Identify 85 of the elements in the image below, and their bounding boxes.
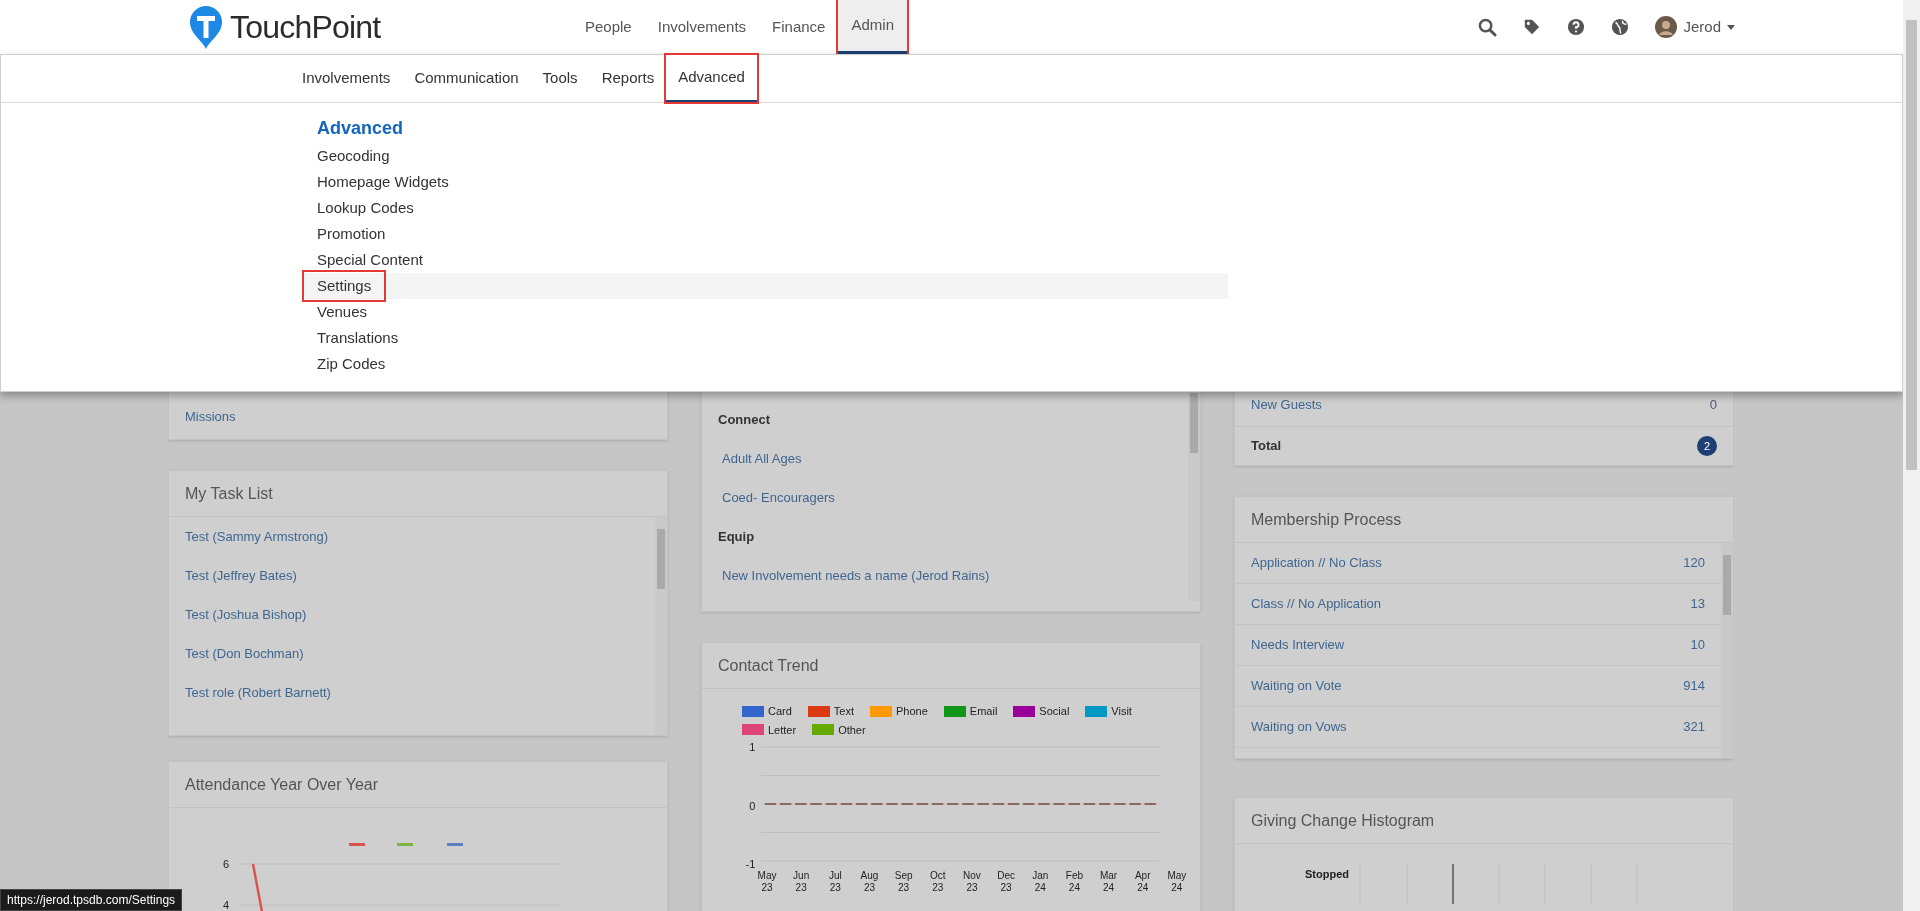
axis-label: Dec 23 [996, 870, 1016, 894]
legend-label: Card [768, 704, 792, 719]
subnav-tab[interactable]: Communication [402, 55, 531, 102]
membership-link[interactable]: Class // No Application [1251, 594, 1382, 614]
subnav-tab[interactable]: Advanced [666, 55, 757, 102]
axis-label: May 23 [756, 870, 778, 894]
total-label: Total [1251, 437, 1282, 456]
legend-label: Phone [896, 704, 928, 719]
caret-icon [1727, 24, 1735, 30]
axis-label: Jun 23 [792, 870, 811, 894]
user-menu[interactable]: Jerod [1655, 15, 1735, 39]
search-icon [1478, 17, 1498, 37]
count: 13 [1690, 595, 1705, 614]
tag-icon [1523, 18, 1542, 36]
card-title: My Task List [185, 483, 273, 504]
group-heading: Connect [718, 410, 770, 429]
axis-label: Apr 24 [1133, 870, 1152, 894]
count: 10 [1690, 636, 1705, 655]
avatar-icon [1655, 16, 1678, 38]
task-link[interactable]: Test (Don Bochman) [185, 643, 304, 664]
user-name: Jerod [1683, 16, 1721, 37]
axis-label: 0 [748, 800, 756, 812]
scrollbar-thumb[interactable] [657, 529, 665, 589]
scrollbar-thumb[interactable] [1723, 555, 1731, 615]
scrollbar-thumb[interactable] [1906, 20, 1917, 470]
membership-link[interactable]: Waiting on Vote [1251, 676, 1342, 696]
axis-label: Sep 23 [893, 870, 914, 894]
axis-label: Jul 23 [827, 870, 843, 894]
axis-label: Feb 24 [1064, 870, 1084, 894]
axis-label: 4 [223, 897, 230, 911]
axis-label: Nov 23 [962, 870, 982, 894]
membership-link[interactable]: Waiting on Vows [1251, 717, 1347, 737]
subnav-tab[interactable]: Reports [589, 55, 667, 102]
involvement-link[interactable]: Coed- Encouragers [722, 487, 835, 508]
axis-label: 6 [223, 857, 230, 872]
logo-icon [188, 4, 224, 50]
axis-label: 1 [748, 742, 756, 753]
involvement-link[interactable]: Adult All Ages [722, 448, 802, 469]
legend-label: Visit [1111, 704, 1132, 719]
guests-link[interactable]: New Guests [1251, 394, 1322, 414]
axis-label: Jan 24 [1031, 870, 1050, 894]
status-url: https://jerod.tpsdb.com/Settings [0, 889, 183, 911]
legend-label: Social [1039, 704, 1070, 719]
card-title: Membership Process [1251, 509, 1402, 530]
count: 321 [1683, 718, 1705, 737]
count: 0 [1709, 395, 1717, 414]
subnav-tab[interactable]: Involvements [290, 55, 403, 102]
subnav-tab[interactable]: Tools [530, 55, 590, 102]
axis-label: Stopped [1305, 867, 1349, 882]
involvement-link[interactable]: New Involvement needs a name (Jerod Rains) [722, 565, 990, 586]
page-scrollbar[interactable] [1903, 0, 1920, 911]
task-link[interactable]: Test (Jeffrey Bates) [185, 565, 297, 586]
task-link[interactable]: Test (Joshua Bishop) [185, 604, 307, 625]
membership-link[interactable]: Needs Interview [1251, 635, 1345, 655]
count: 120 [1683, 554, 1705, 573]
count-badge: 2 [1697, 436, 1717, 456]
missions-link[interactable]: Missions [185, 406, 236, 426]
list-scrollbar[interactable] [655, 517, 667, 735]
task-link[interactable]: Test (Sammy Armstrong) [185, 526, 329, 547]
help-icon [1567, 18, 1586, 36]
card-title: Attendance Year Over Year [185, 774, 379, 795]
nav-link[interactable]: Finance [759, 0, 839, 54]
group-heading: Equip [718, 527, 755, 546]
membership-link[interactable]: Application // No Class [1251, 553, 1382, 573]
globe-icon [1611, 18, 1630, 36]
scrollbar-thumb[interactable] [1190, 393, 1198, 453]
axis-label: Mar 24 [1098, 870, 1119, 894]
card-title: Contact Trend [718, 655, 819, 676]
nav-link[interactable]: People [572, 0, 645, 54]
menu-heading: Advanced [317, 116, 404, 140]
axis-label: Aug 23 [859, 870, 880, 894]
axis-label: Oct 23 [929, 870, 947, 894]
nav-link[interactable]: Admin [838, 0, 907, 54]
axis-label: May 24 [1166, 870, 1188, 894]
logo-text: TouchPoint [230, 8, 381, 47]
count: 914 [1683, 677, 1705, 696]
legend-label: Email [969, 704, 998, 719]
axis-label: -1 [744, 859, 756, 870]
legend-label: Text [833, 704, 855, 719]
task-link[interactable]: Test role (Robert Barnett) [185, 682, 331, 703]
legend-label: Other [838, 722, 866, 738]
card-title: Giving Change Histogram [1251, 810, 1435, 831]
nav-link[interactable]: Involvements [644, 0, 760, 54]
legend-label: Letter [768, 722, 797, 738]
list-scrollbar[interactable] [1721, 543, 1733, 758]
